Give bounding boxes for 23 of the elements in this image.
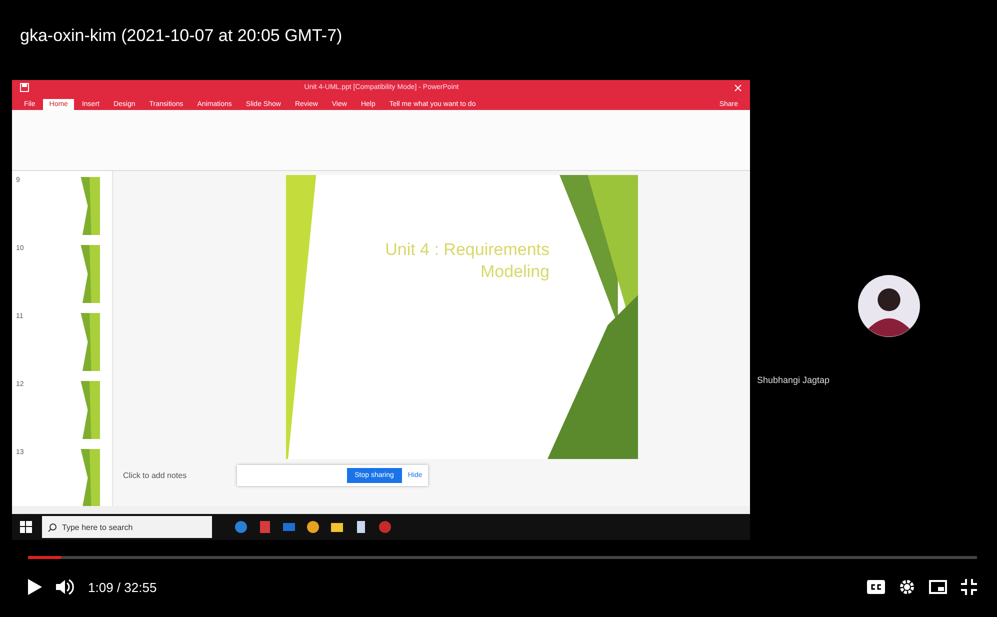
folder-icon[interactable] — [330, 520, 344, 534]
time-display: 1:09 / 32:55 — [88, 580, 157, 594]
video-title: gka-oxin-kim (2021-10-07 at 20:05 GMT-7) — [20, 26, 342, 45]
settings-icon[interactable] — [899, 579, 915, 595]
exit-fullscreen-icon[interactable] — [961, 579, 977, 595]
volume-icon[interactable] — [56, 579, 74, 595]
mail-icon[interactable] — [282, 520, 296, 534]
slide-title: Unit 4 : Requirements Modeling — [384, 239, 550, 283]
app-icon[interactable] — [234, 520, 248, 534]
windows-icon[interactable] — [20, 521, 32, 533]
save-icon[interactable] — [20, 83, 29, 92]
notes-placeholder[interactable]: Click to add notes — [123, 471, 187, 480]
app-icon[interactable] — [258, 520, 272, 534]
search-field[interactable]: Type here to search — [42, 516, 212, 538]
participant-name: Shubhangi Jagtap — [757, 375, 830, 385]
captions-icon[interactable] — [867, 580, 885, 594]
document-icon[interactable] — [354, 520, 368, 534]
app-icon[interactable] — [306, 520, 320, 534]
close-icon[interactable] — [734, 84, 742, 92]
search-icon — [48, 522, 57, 532]
miniplayer-icon[interactable] — [929, 580, 947, 594]
play-icon[interactable] — [28, 579, 42, 595]
avatar — [858, 275, 920, 337]
